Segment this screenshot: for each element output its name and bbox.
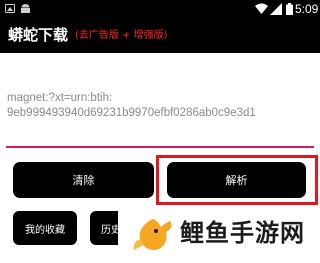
magnet-link-input[interactable]: magnet:?xt=urn:btih: 9eb999493940d69231b… [7, 91, 313, 121]
app-title: 蟒蛇下载 [8, 26, 69, 44]
input-underline [6, 146, 314, 148]
clear-button[interactable]: 清除 [13, 162, 154, 198]
watermark-text: 鲤鱼手游网 [180, 219, 305, 247]
watermark: 鲤鱼手游网 [118, 205, 320, 263]
status-time: 5:09 [295, 2, 319, 16]
favorites-button[interactable]: 我的收藏 [13, 211, 77, 245]
wifi-icon [255, 3, 268, 14]
signal-icon [270, 3, 282, 15]
parse-button-highlight [156, 155, 318, 205]
image-icon [5, 4, 15, 13]
app-subtitle: (去广告版 + 增强版) [75, 30, 168, 41]
fish-icon [133, 219, 172, 250]
favorites-button-label: 我的收藏 [25, 224, 65, 236]
battery-icon [286, 3, 293, 15]
clear-button-label: 清除 [72, 174, 95, 187]
android-icon [21, 4, 30, 13]
app-bar: 蟒蛇下载 (去广告版 + 增强版) [0, 18, 320, 53]
status-bar: 5:09 [0, 0, 320, 18]
